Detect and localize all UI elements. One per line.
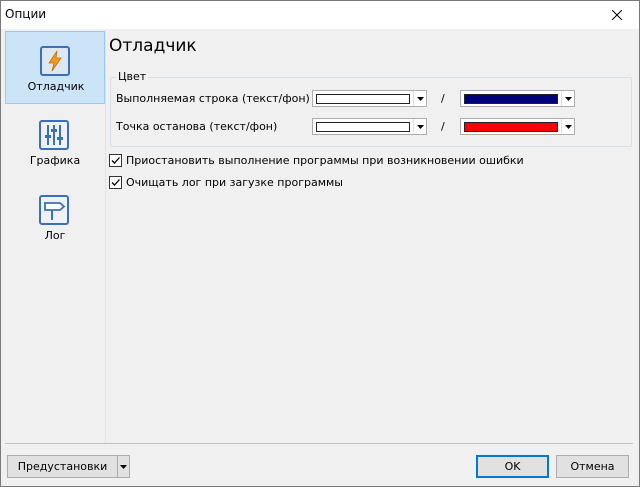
checkbox-label: Приостановить выполнение программы при в…: [126, 154, 524, 167]
footer-divider: [5, 443, 633, 444]
breakpoint-bg-color-select[interactable]: [460, 118, 575, 135]
cancel-button-label: Отмена: [570, 460, 615, 473]
chevron-down-icon: [120, 464, 127, 469]
chevron-down-icon: [413, 91, 426, 106]
ok-button-label: OK: [504, 460, 521, 473]
title-bar: Опции: [1, 1, 639, 29]
color-group-label: Цвет: [116, 70, 149, 83]
signpost-icon: [39, 195, 69, 225]
sidebar-item-log[interactable]: Лог: [5, 186, 105, 259]
lightning-icon: [40, 46, 70, 76]
cancel-button[interactable]: Отмена: [556, 455, 629, 478]
running-line-label: Выполняемая строка (текст/фон): [116, 92, 310, 105]
separator-slash: /: [441, 120, 445, 133]
sliders-icon: [39, 120, 69, 150]
running-line-text-color-select[interactable]: [312, 90, 427, 107]
window-title: Опции: [5, 7, 47, 21]
checkmark-icon: [111, 157, 120, 164]
color-swatch: [316, 122, 410, 132]
sidebar-item-label: Лог: [44, 229, 66, 242]
breakpoint-text-color-select[interactable]: [312, 118, 427, 135]
color-swatch: [316, 94, 410, 104]
color-group: [110, 77, 632, 147]
presets-button-label: Предустановки: [17, 460, 108, 473]
chevron-down-icon: [561, 119, 574, 134]
breakpoint-label: Точка останова (текст/фон): [116, 120, 278, 133]
checkmark-icon: [111, 179, 120, 186]
sidebar: Отладчик Графика Лог: [5, 30, 106, 443]
running-line-bg-color-select[interactable]: [460, 90, 575, 107]
sidebar-item-debugger[interactable]: Отладчик: [5, 31, 105, 104]
sidebar-item-label: Графика: [29, 154, 81, 167]
close-icon: [612, 10, 622, 20]
ok-button[interactable]: OK: [476, 455, 549, 478]
sidebar-item-label: Отладчик: [27, 80, 85, 93]
checkbox-label: Очищать лог при загузке программы: [126, 176, 343, 189]
color-swatch: [464, 94, 558, 104]
separator-slash: /: [441, 92, 445, 105]
page-title: Отладчик: [109, 36, 197, 56]
sidebar-item-graphics[interactable]: Графика: [5, 111, 105, 184]
checkbox-box: [109, 176, 122, 189]
close-button[interactable]: [595, 1, 639, 29]
checkbox-box: [109, 154, 122, 167]
chevron-down-icon: [561, 91, 574, 106]
presets-button[interactable]: Предустановки: [7, 455, 118, 478]
presets-dropdown-button[interactable]: [117, 455, 130, 478]
chevron-down-icon: [413, 119, 426, 134]
sidebar-divider: [105, 30, 106, 443]
color-swatch: [464, 122, 558, 132]
